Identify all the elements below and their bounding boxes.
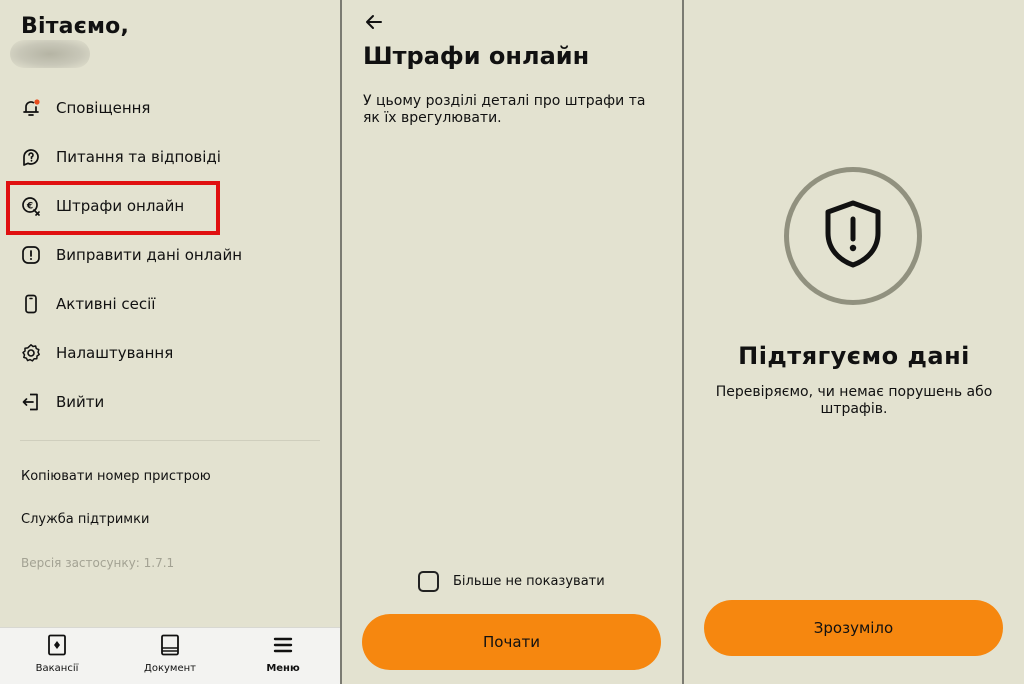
page-title: Штрафи онлайн <box>363 42 590 70</box>
menu-item-label: Питання та відповіді <box>56 148 221 166</box>
phone-icon <box>20 293 42 315</box>
ok-button[interactable]: Зрозуміло <box>704 600 1003 656</box>
tab-document[interactable]: Документ <box>130 634 210 674</box>
greeting: Вітаємо, <box>21 14 130 39</box>
shield-alert-icon <box>822 199 884 273</box>
status-circle <box>784 167 922 305</box>
tab-label: Документ <box>144 663 196 674</box>
checkbox-label: Більше не показувати <box>453 574 605 589</box>
back-button[interactable] <box>364 12 384 36</box>
dont-show-again-checkbox[interactable]: Більше не показувати <box>418 571 605 592</box>
loading-description: Перевіряємо, чи немає порушень або штраф… <box>715 384 993 417</box>
arrow-left-icon <box>364 15 384 36</box>
menu-item-label: Виправити дані онлайн <box>56 246 243 264</box>
menu-item-label: Налаштування <box>56 344 174 362</box>
vacancies-icon <box>47 634 67 660</box>
menu-item-logout[interactable]: Вийти <box>20 387 104 417</box>
user-name-blurred <box>10 40 90 68</box>
menu-item-faq[interactable]: Питання та відповіді <box>20 142 221 172</box>
menu-item-active-sessions[interactable]: Активні сесії <box>20 289 155 319</box>
menu-icon <box>273 634 293 660</box>
bell-icon <box>20 97 42 119</box>
menu-item-notifications[interactable]: Сповіщення <box>20 93 150 123</box>
page-description: У цьому розділі деталі про штрафи та як … <box>363 93 646 126</box>
document-icon <box>160 634 180 660</box>
menu-item-fix-data[interactable]: Виправити дані онлайн <box>20 240 242 270</box>
fines-intro-screen: Штрафи онлайн У цьому розділі деталі про… <box>342 0 682 684</box>
start-button[interactable]: Почати <box>362 614 661 670</box>
divider <box>20 440 320 441</box>
app-version: Версія застосунку: 1.7.1 <box>21 556 175 570</box>
gear-icon <box>20 342 42 364</box>
menu-item-label: Активні сесії <box>56 295 156 313</box>
logout-icon <box>20 391 42 413</box>
exclamation-icon <box>20 244 42 266</box>
tab-vacancies[interactable]: Вакансії <box>17 634 97 674</box>
bottom-tab-bar: Вакансії Документ Меню <box>0 627 340 684</box>
menu-item-label: Вийти <box>56 393 105 411</box>
support-link[interactable]: Служба підтримки <box>21 512 149 527</box>
loading-data-screen: Підтягуємо дані Перевіряємо, чи немає по… <box>684 0 1024 684</box>
menu-item-label: Сповіщення <box>56 99 151 117</box>
tab-label: Вакансії <box>35 663 79 674</box>
question-chat-icon <box>20 146 42 168</box>
selection-highlight <box>6 181 220 235</box>
loading-title: Підтягуємо дані <box>738 342 970 370</box>
tab-label: Меню <box>266 663 300 674</box>
copy-device-number-link[interactable]: Копіювати номер пристрою <box>21 469 211 484</box>
tab-menu[interactable]: Меню <box>243 634 323 674</box>
menu-item-settings[interactable]: Налаштування <box>20 338 173 368</box>
checkbox-box[interactable] <box>418 571 439 592</box>
menu-screen: Вітаємо, Сповіщення Питання та відповіді… <box>0 0 340 684</box>
